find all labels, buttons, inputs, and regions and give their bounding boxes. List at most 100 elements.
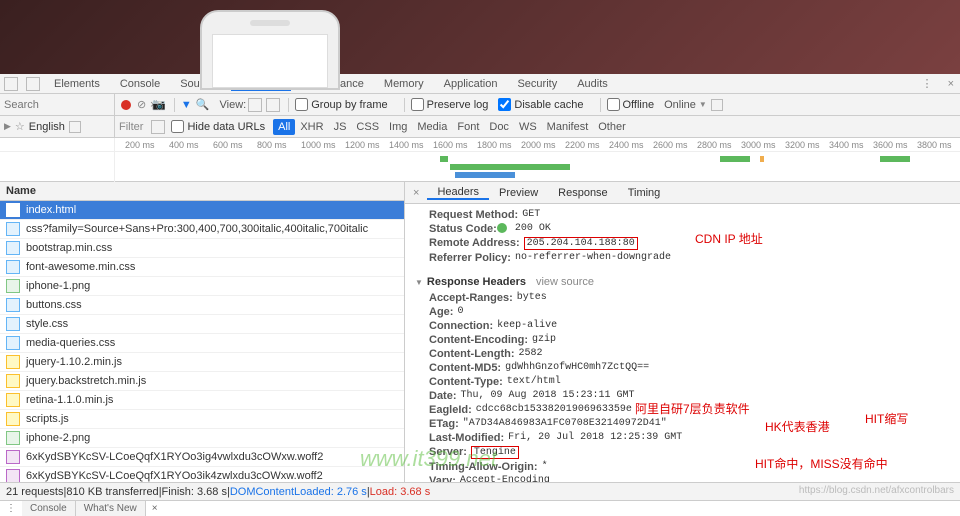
tab-security[interactable]: Security	[507, 78, 567, 90]
screenshot-icon[interactable]: 📷	[152, 98, 166, 111]
timeline[interactable]: 200 ms400 ms600 ms800 ms1000 ms1200 ms14…	[0, 138, 960, 182]
request-row[interactable]: 6xKydSBYKcSV-LCoeQqfX1RYOo3ik4zwlxdu3cOW…	[0, 467, 404, 482]
drawer-console-tab[interactable]: Console	[22, 501, 76, 516]
tab-elements[interactable]: Elements	[44, 78, 110, 90]
tick: 2000 ms	[521, 140, 556, 150]
request-row[interactable]: jquery-1.10.2.min.js	[0, 353, 404, 372]
request-row[interactable]: jquery.backstretch.min.js	[0, 372, 404, 391]
request-row[interactable]: 6xKydSBYKcSV-LCoeQqfX1RYOo3ig4vwlxdu3cOW…	[0, 448, 404, 467]
filter-manifest[interactable]: Manifest	[542, 119, 594, 135]
drawer-close-icon[interactable]: ×	[146, 501, 164, 516]
view-large-icon[interactable]	[248, 98, 262, 112]
header-key: ETag:	[429, 418, 459, 430]
group-by-frame-checkbox[interactable]: Group by frame	[295, 98, 387, 111]
close-detail-icon[interactable]: ×	[405, 187, 427, 199]
filter-input[interactable]: Filter	[119, 121, 143, 133]
request-row[interactable]: buttons.css	[0, 296, 404, 315]
request-row[interactable]: iphone-2.png	[0, 429, 404, 448]
disable-cache-checkbox[interactable]: Disable cache	[498, 98, 583, 111]
drawer-tabs: ⋮ Console What's New ×	[0, 500, 960, 516]
request-row[interactable]: style.css	[0, 315, 404, 334]
throttling-icon[interactable]	[711, 99, 723, 111]
tick: 2400 ms	[609, 140, 644, 150]
header-value: bytes	[517, 292, 547, 304]
header-key: Content-Encoding:	[429, 334, 528, 346]
filter-all[interactable]: All	[273, 119, 295, 135]
lang-box-icon[interactable]	[69, 121, 81, 133]
star-icon[interactable]: ☆	[15, 120, 25, 133]
language-select[interactable]: English	[29, 121, 65, 133]
online-select[interactable]: Online	[664, 99, 696, 111]
referrer-policy-label: Referrer Policy:	[429, 252, 511, 264]
tab-audits[interactable]: Audits	[567, 78, 618, 90]
request-list[interactable]: Name index.html css?family=Source+Sans+Pr…	[0, 182, 405, 482]
request-row[interactable]: media-queries.css	[0, 334, 404, 353]
request-name: scripts.js	[26, 413, 69, 425]
font-file-icon	[6, 469, 20, 482]
request-name: 6xKydSBYKcSV-LCoeQqfX1RYOo3ik4zwlxdu3cOW…	[26, 470, 323, 482]
request-row[interactable]: scripts.js	[0, 410, 404, 429]
drawer-menu-icon[interactable]: ⋮	[0, 501, 22, 516]
filter-font[interactable]: Font	[452, 119, 484, 135]
filter-css[interactable]: CSS	[351, 119, 384, 135]
close-icon[interactable]: ×	[942, 78, 960, 90]
filter-ws[interactable]: WS	[514, 119, 542, 135]
status-dot-icon	[497, 223, 507, 233]
status-code-label: Status Code:	[429, 223, 497, 235]
tick: 3400 ms	[829, 140, 864, 150]
tab-console[interactable]: Console	[110, 78, 170, 90]
tab-memory[interactable]: Memory	[374, 78, 434, 90]
request-row[interactable]: font-awesome.min.css	[0, 258, 404, 277]
name-column-header[interactable]: Name	[0, 182, 404, 201]
filter-toggle-icon[interactable]: ▼	[181, 99, 192, 111]
filter-img[interactable]: Img	[384, 119, 412, 135]
filter-media[interactable]: Media	[412, 119, 452, 135]
tab-headers[interactable]: Headers	[427, 186, 489, 200]
view-small-icon[interactable]	[266, 98, 280, 112]
chevron-down-icon[interactable]: ▼	[699, 100, 707, 109]
record-button[interactable]	[121, 100, 131, 110]
request-row[interactable]: css?family=Source+Sans+Pro:300,400,700,3…	[0, 220, 404, 239]
request-row[interactable]: index.html	[0, 201, 404, 220]
tick: 3800 ms	[917, 140, 952, 150]
drawer-whatsnew-tab[interactable]: What's New	[76, 501, 146, 516]
filter-doc[interactable]: Doc	[484, 119, 514, 135]
dropdown-icon[interactable]: ▶	[4, 121, 11, 132]
filter-js[interactable]: JS	[329, 119, 352, 135]
request-row[interactable]: iphone-1.png	[0, 277, 404, 296]
tab-application[interactable]: Application	[434, 78, 508, 90]
request-name: index.html	[26, 204, 76, 216]
tab-timing[interactable]: Timing	[618, 187, 671, 199]
clear-button[interactable]: ⊘	[137, 98, 146, 111]
header-key: Date:	[429, 390, 457, 402]
footer-dcl: DOMContentLoaded: 2.76 s	[230, 486, 367, 498]
footer-load: Load: 3.68 s	[370, 486, 431, 498]
settings-icon[interactable]: ⋮	[916, 78, 939, 90]
tab-response[interactable]: Response	[548, 187, 618, 199]
inspect-icon[interactable]	[4, 77, 18, 91]
view-source-link[interactable]: view source	[536, 276, 594, 288]
tick: 400 ms	[169, 140, 199, 150]
tick: 2600 ms	[653, 140, 688, 150]
regex-toggle[interactable]	[151, 120, 165, 134]
device-toggle-icon[interactable]	[26, 77, 40, 91]
request-name: font-awesome.min.css	[26, 261, 135, 273]
header-key: Content-MD5:	[429, 362, 501, 374]
header-key: Content-Length:	[429, 348, 515, 360]
filter-other[interactable]: Other	[593, 119, 631, 135]
referrer-policy-value: no-referrer-when-downgrade	[515, 252, 671, 264]
preserve-log-checkbox[interactable]: Preserve log	[411, 98, 489, 111]
tab-preview[interactable]: Preview	[489, 187, 548, 199]
tick: 3000 ms	[741, 140, 776, 150]
request-row[interactable]: bootstrap.min.css	[0, 239, 404, 258]
tick: 1200 ms	[345, 140, 380, 150]
remote-address-value: 205.204.104.188:80	[524, 237, 638, 250]
offline-checkbox[interactable]: Offline	[607, 98, 655, 111]
filter-xhr[interactable]: XHR	[295, 119, 328, 135]
request-row[interactable]: retina-1.1.0.min.js	[0, 391, 404, 410]
detail-tabs: × Headers Preview Response Timing	[405, 182, 960, 204]
response-headers-section[interactable]: ▼Response Headersview source	[415, 273, 950, 291]
css-file-icon	[6, 241, 20, 255]
search-toggle-icon[interactable]: 🔍	[196, 98, 210, 111]
hide-data-urls-checkbox[interactable]: Hide data URLs	[171, 120, 265, 133]
